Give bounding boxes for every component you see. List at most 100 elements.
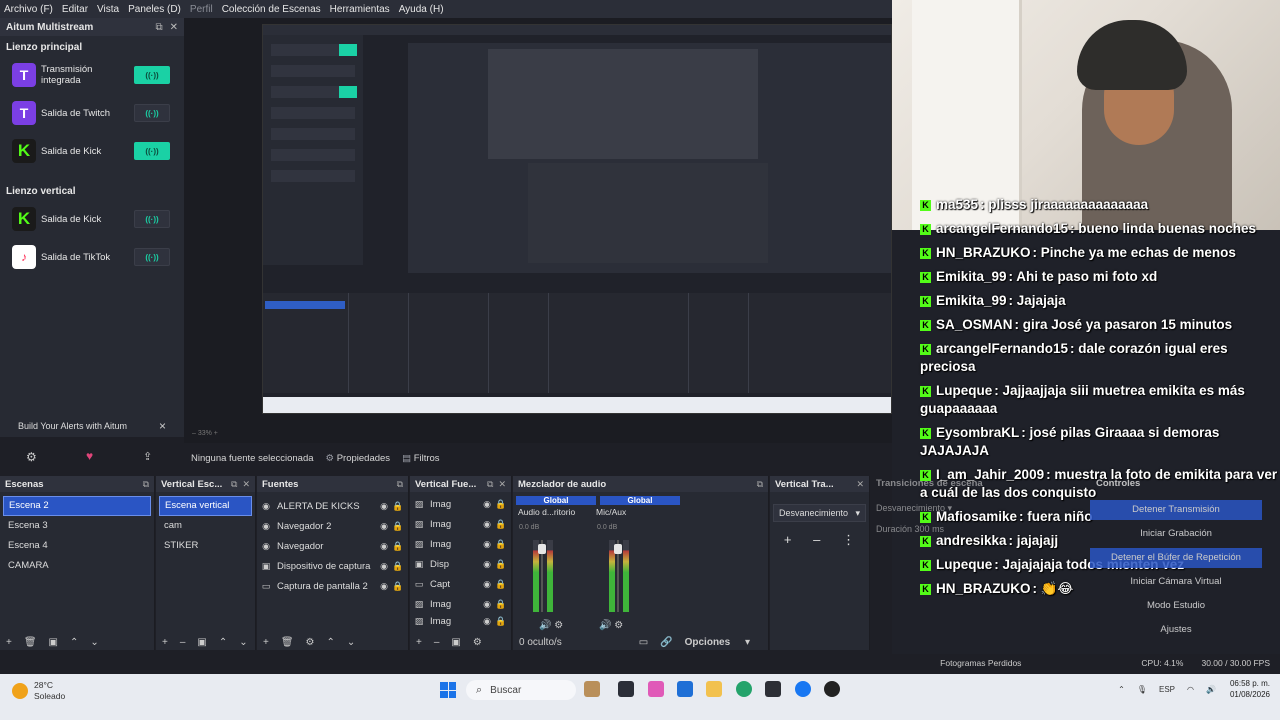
windows-start-icon[interactable]	[440, 682, 456, 698]
alerts-close-icon[interactable]: ×	[159, 419, 166, 433]
terminal-icon[interactable]	[618, 681, 634, 697]
lock-icon[interactable]: 🔒	[391, 561, 405, 572]
eye-icon[interactable]: ◉	[377, 501, 391, 512]
float-icon[interactable]: ⧉	[143, 479, 149, 490]
vertical-scene-item[interactable]: cam	[159, 516, 252, 536]
weather-widget[interactable]: 28°C Soleado	[12, 680, 65, 702]
menu-editar[interactable]: Editar	[62, 4, 88, 15]
float-icon[interactable]: ⧉	[155, 22, 162, 33]
lock-icon[interactable]: 🔒	[494, 499, 508, 510]
lock-icon[interactable]: 🔒	[391, 501, 405, 512]
obs-icon[interactable]	[824, 681, 840, 697]
mixer-tab-global[interactable]: Global	[516, 496, 596, 505]
down-icon[interactable]: ⌄	[90, 637, 98, 648]
add-icon[interactable]: +	[784, 532, 792, 548]
language-indicator[interactable]: ESP	[1159, 685, 1175, 694]
chevron-up-icon[interactable]: ⌃	[1118, 685, 1125, 694]
alerts-banner-label[interactable]: Build Your Alerts with Aitum	[18, 421, 159, 431]
vertical-source-item[interactable]: ▨ Imag ◉ 🔒	[413, 614, 508, 628]
close-icon[interactable]: ✕	[170, 22, 178, 33]
source-item[interactable]: ▭ Captura de pantalla 2 ◉ 🔒	[260, 576, 405, 596]
menu-paneles[interactable]: Paneles (D)	[128, 4, 181, 15]
app-icon[interactable]	[584, 681, 600, 697]
mixer-options-button[interactable]: Opciones ▾	[685, 637, 750, 648]
trash-icon[interactable]: 🗑	[24, 637, 37, 648]
lock-icon[interactable]: 🔒	[494, 559, 508, 570]
eye-icon[interactable]: ◉	[377, 581, 391, 592]
lock-icon[interactable]: 🔒	[391, 581, 405, 592]
scene-item[interactable]: Escena 3	[3, 516, 151, 536]
vertical-source-item[interactable]: ▨ Imag ◉ 🔒	[413, 594, 508, 614]
vertical-source-item[interactable]: ▣ Disp ◉ 🔒	[413, 554, 508, 574]
link-icon[interactable]: 🔗	[660, 637, 672, 648]
eye-icon[interactable]: ◉	[377, 541, 391, 552]
mixer-tab-global[interactable]: Global	[600, 496, 680, 505]
add-icon[interactable]: +	[162, 637, 168, 648]
lock-icon[interactable]: 🔒	[494, 579, 508, 590]
up-icon[interactable]: ⌃	[327, 637, 335, 648]
stream-toggle-button[interactable]: ((·))	[134, 66, 170, 84]
up-icon[interactable]: ⌃	[70, 637, 78, 648]
vertical-source-item[interactable]: ▨ Imag ◉ 🔒	[413, 494, 508, 514]
more-icon[interactable]: ⋮	[842, 532, 855, 548]
scene-item[interactable]: Escena 2	[3, 496, 151, 516]
source-item[interactable]: ◉ ALERTA DE KICKS ◉ 🔒	[260, 496, 405, 516]
clock[interactable]: 06:58 p. m. 01/08/2026	[1230, 678, 1270, 700]
lock-icon[interactable]: 🔒	[494, 616, 508, 627]
close-icon[interactable]: ✕	[856, 479, 864, 490]
eye-icon[interactable]: ◉	[480, 499, 494, 510]
speaker-icon[interactable]: 🔊 ⚙	[539, 620, 563, 631]
vertical-source-item[interactable]: ▭ Capt ◉ 🔒	[413, 574, 508, 594]
stream-toggle-button[interactable]: ((·))	[134, 142, 170, 160]
mic-icon[interactable]: 🎙	[1137, 685, 1147, 694]
vertical-scene-item[interactable]: STIKER	[159, 536, 252, 556]
menu-coleccion-escenas[interactable]: Colección de Escenas	[222, 4, 321, 15]
lock-icon[interactable]: 🔒	[391, 521, 405, 532]
remove-icon[interactable]: –	[813, 532, 820, 548]
lock-icon[interactable]: 🔒	[494, 519, 508, 530]
filter-icon[interactable]: ▣	[197, 637, 206, 648]
lock-icon[interactable]: 🔒	[494, 599, 508, 610]
add-icon[interactable]: +	[263, 637, 269, 648]
add-icon[interactable]: +	[416, 637, 422, 648]
add-icon[interactable]: +	[6, 637, 12, 648]
stream-toggle-button[interactable]: ((·))	[134, 248, 170, 266]
down-icon[interactable]: ⌄	[239, 637, 247, 648]
wifi-icon[interactable]: ◠	[1187, 685, 1194, 694]
volume-knob[interactable]	[538, 544, 546, 554]
share-icon[interactable]: ⇪	[143, 450, 152, 463]
folder-icon[interactable]	[706, 681, 722, 697]
eye-icon[interactable]: ◉	[377, 561, 391, 572]
heart-icon[interactable]: ♥	[86, 449, 93, 463]
down-icon[interactable]: ⌄	[347, 637, 355, 648]
speaker-icon[interactable]: 🔊 ⚙	[599, 620, 623, 631]
gear-icon[interactable]: ⚙	[473, 637, 482, 648]
remove-icon[interactable]: –	[434, 637, 440, 648]
scene-item[interactable]: Escena 4	[3, 536, 151, 556]
gear-icon[interactable]: ⚙	[26, 450, 37, 464]
eye-icon[interactable]: ◉	[480, 559, 494, 570]
filter-icon[interactable]: ▣	[49, 637, 58, 648]
eye-icon[interactable]: ◉	[480, 599, 494, 610]
menu-perfil[interactable]: Perfil	[190, 4, 213, 15]
studio-mode-button[interactable]: Modo Estudio	[1090, 596, 1262, 616]
vertical-source-item[interactable]: ▨ Imag ◉ 🔒	[413, 534, 508, 554]
stop-replay-buffer-button[interactable]: Detener el Búfer de Repetición	[1090, 548, 1262, 568]
trash-icon[interactable]: 🗑	[281, 637, 294, 648]
channel-desktop-audio[interactable]: Audio d...ritorio	[516, 507, 594, 517]
menu-archivo[interactable]: Archivo (F)	[4, 4, 53, 15]
eye-icon[interactable]: ◉	[377, 521, 391, 532]
stream-toggle-button[interactable]: ((·))	[134, 104, 170, 122]
settings-button[interactable]: Ajustes	[1090, 620, 1262, 640]
taskbar-search[interactable]: ⌕ Buscar	[466, 680, 576, 700]
source-item[interactable]: ◉ Navegador 2 ◉ 🔒	[260, 516, 405, 536]
menu-vista[interactable]: Vista	[97, 4, 119, 15]
eye-icon[interactable]: ◉	[480, 579, 494, 590]
duration-value[interactable]: 300 ms	[915, 524, 945, 534]
channel-mic-aux[interactable]: Mic/Aux	[594, 507, 672, 517]
filters-button[interactable]: ▤ Filtros	[402, 453, 440, 464]
lock-icon[interactable]: 🔒	[391, 541, 405, 552]
eye-icon[interactable]: ◉	[480, 616, 494, 627]
gear-icon[interactable]: ⚙	[306, 637, 315, 648]
eye-icon[interactable]: ◉	[480, 539, 494, 550]
